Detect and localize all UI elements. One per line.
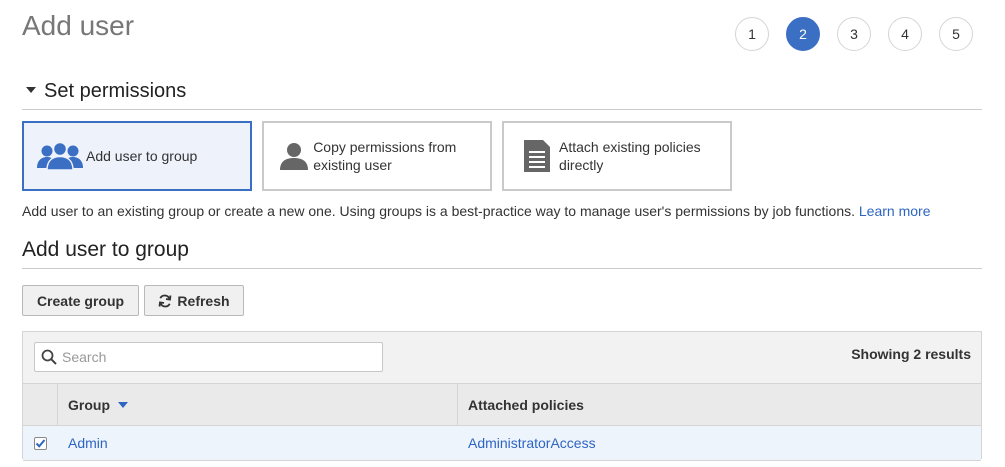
column-header-group[interactable]: Group [58,384,458,425]
row-checkbox[interactable] [34,436,47,450]
caret-down-icon[interactable] [26,87,36,93]
option-label: Copy permissions from existing user [313,139,457,173]
option-copy-permissions[interactable]: Copy permissions from existing user [262,121,492,191]
step-4[interactable]: 4 [888,17,922,51]
results-count: Showing 2 results [851,346,971,362]
search-input[interactable] [62,349,362,365]
table-row[interactable]: Admin AdministratorAccess [23,426,981,461]
policies-cell: AdministratorAccess [458,426,981,460]
step-2[interactable]: 2 [786,17,820,51]
wizard-steps: 1 2 3 4 5 [735,17,973,51]
refresh-label: Refresh [177,292,230,309]
learn-more-link[interactable]: Learn more [859,203,931,219]
option-label: Add user to group [86,148,198,164]
page-title: Add user [22,10,135,41]
step-1[interactable]: 1 [735,17,769,51]
permission-options: Add user to group Copy permissions from … [22,121,732,191]
search-box[interactable] [34,342,383,372]
description-text: Add user to an existing group or create … [22,203,855,219]
column-header-policies: Attached policies [468,396,584,413]
sort-desc-icon[interactable] [118,401,128,408]
table-toolbar: Showing 2 results [23,332,981,384]
refresh-button[interactable]: Refresh [144,285,244,316]
set-permissions-title: Set permissions [44,80,187,102]
header-checkbox-cell [23,384,58,425]
refresh-icon [158,294,172,308]
table-header: Group Attached policies [23,384,981,426]
add-user-to-group-title: Add user to group [22,238,189,261]
group-icon [34,141,86,171]
column-header-group-label: Group [68,396,110,413]
document-icon [514,139,559,173]
row-checkbox-cell [23,426,58,460]
create-group-button[interactable]: Create group [22,285,139,316]
set-permissions-header[interactable]: Set permissions [22,80,982,110]
option-label: Attach existing policies directly [559,139,701,173]
group-cell: Admin [58,426,458,460]
group-link[interactable]: Admin [68,435,108,451]
checkmark-icon [35,438,46,448]
option-add-user-to-group[interactable]: Add user to group [22,121,252,191]
user-icon [274,141,313,171]
policy-link[interactable]: AdministratorAccess [468,435,596,451]
option-attach-policies[interactable]: Attach existing policies directly [502,121,732,191]
groups-table: Showing 2 results Group Attached policie… [22,331,982,461]
permissions-description: Add user to an existing group or create … [22,203,930,219]
step-3[interactable]: 3 [837,17,871,51]
search-icon [41,349,57,365]
step-5[interactable]: 5 [939,17,973,51]
add-user-to-group-header: Add user to group [22,238,982,269]
